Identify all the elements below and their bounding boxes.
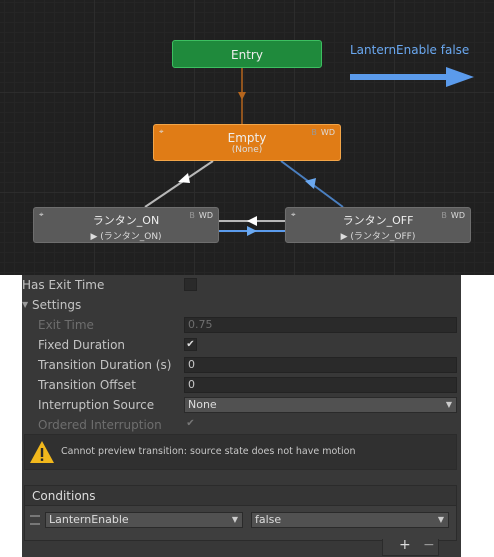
condition-parameter-dropdown[interactable]: LanternEnable ▼ bbox=[45, 512, 243, 528]
transition-parameter-label: LanternEnable false bbox=[350, 43, 470, 57]
condition-parameter-value: LanternEnable bbox=[49, 513, 129, 526]
has-exit-time-label: Has Exit Time bbox=[22, 278, 105, 292]
transition-arrow-icon bbox=[247, 226, 257, 236]
ordered-interruption-checkbox: ✔ bbox=[186, 418, 195, 429]
settings-header: Settings bbox=[32, 298, 82, 312]
transition-arrow-icon bbox=[238, 92, 246, 100]
condition-item: LanternEnable ▼ false ▼ bbox=[25, 510, 456, 530]
state-motion: (None) bbox=[231, 145, 263, 155]
transition-offset-row: Transition Offset 0 bbox=[22, 375, 461, 395]
state-node-lantern-on[interactable]: ⌖ B WD ランタン_ON ▶ (ランタン_ON) bbox=[33, 207, 219, 243]
chevron-down-icon: ▼ bbox=[437, 515, 444, 524]
pin-icon: ⌖ bbox=[39, 210, 44, 219]
state-motion: ▶ (ランタン_ON) bbox=[90, 232, 162, 242]
transition-offset-label: Transition Offset bbox=[38, 378, 136, 392]
warning-icon bbox=[30, 441, 54, 463]
interruption-source-row: Interruption Source None ▼ bbox=[22, 395, 461, 415]
animator-graph[interactable]: LanternEnable false Entry ⌖ B WD Empty (N… bbox=[0, 0, 494, 275]
transition-offset-field[interactable]: 0 bbox=[184, 377, 457, 393]
transition-inspector: Has Exit Time ▼ Settings Exit Time 0.75 … bbox=[22, 275, 461, 557]
ordered-interruption-label: Ordered Interruption bbox=[38, 418, 162, 432]
exit-time-field: 0.75 bbox=[184, 317, 457, 333]
condition-value: false bbox=[255, 513, 282, 526]
state-node-empty[interactable]: ⌖ B WD Empty (None) bbox=[153, 124, 341, 161]
drag-handle-icon[interactable] bbox=[30, 515, 40, 525]
chevron-down-icon: ▼ bbox=[231, 515, 238, 524]
interruption-source-label: Interruption Source bbox=[38, 398, 155, 412]
transition-on-to-empty[interactable] bbox=[144, 160, 214, 208]
pin-icon: ⌖ bbox=[291, 210, 296, 219]
state-node-lantern-off[interactable]: ⌖ B WD ランタン_OFF ▶ (ランタン_OFF) bbox=[285, 207, 471, 243]
pin-icon: ⌖ bbox=[159, 127, 164, 136]
chevron-down-icon: ▼ bbox=[445, 400, 452, 409]
transition-duration-label: Transition Duration (s) bbox=[38, 358, 172, 372]
state-flags: B WD bbox=[189, 211, 213, 220]
state-flags: B WD bbox=[441, 211, 465, 220]
ordered-interruption-row: Ordered Interruption ✔ bbox=[22, 415, 461, 435]
entry-label: Entry bbox=[231, 48, 263, 62]
foldout-open-icon: ▼ bbox=[22, 300, 29, 309]
conditions-list: Conditions LanternEnable ▼ false ▼ bbox=[24, 485, 457, 541]
preview-warning: Cannot preview transition: source state … bbox=[24, 434, 457, 470]
fixed-duration-checkbox[interactable]: ✔ bbox=[184, 338, 197, 351]
conditions-footer: + − bbox=[382, 537, 439, 556]
transition-duration-field[interactable]: 0 bbox=[184, 357, 457, 373]
state-motion: ▶ (ランタン_OFF) bbox=[340, 232, 416, 242]
exit-time-label: Exit Time bbox=[38, 318, 94, 332]
state-flags: B WD bbox=[311, 128, 335, 137]
add-condition-button[interactable]: + bbox=[399, 537, 411, 553]
transition-arrow-icon bbox=[178, 173, 190, 183]
settings-foldout[interactable]: ▼ Settings bbox=[22, 295, 461, 315]
condition-value-dropdown[interactable]: false ▼ bbox=[251, 512, 449, 528]
conditions-header: Conditions bbox=[25, 486, 456, 506]
has-exit-time-checkbox[interactable] bbox=[184, 278, 197, 291]
exit-time-row: Exit Time 0.75 bbox=[22, 315, 461, 335]
has-exit-time-row: Has Exit Time bbox=[22, 275, 461, 295]
interruption-source-dropdown[interactable]: None ▼ bbox=[184, 397, 457, 413]
warning-message: Cannot preview transition: source state … bbox=[61, 446, 356, 457]
entry-node[interactable]: Entry bbox=[172, 40, 322, 68]
remove-condition-button[interactable]: − bbox=[423, 537, 435, 553]
interruption-source-value: None bbox=[188, 398, 217, 411]
fixed-duration-row: Fixed Duration ✔ bbox=[22, 335, 461, 355]
transition-duration-row: Transition Duration (s) 0 bbox=[22, 355, 461, 375]
selected-transition-indicator bbox=[350, 74, 450, 80]
fixed-duration-label: Fixed Duration bbox=[38, 338, 126, 352]
transition-arrow-icon bbox=[247, 216, 257, 226]
arrow-right-icon bbox=[446, 67, 474, 87]
